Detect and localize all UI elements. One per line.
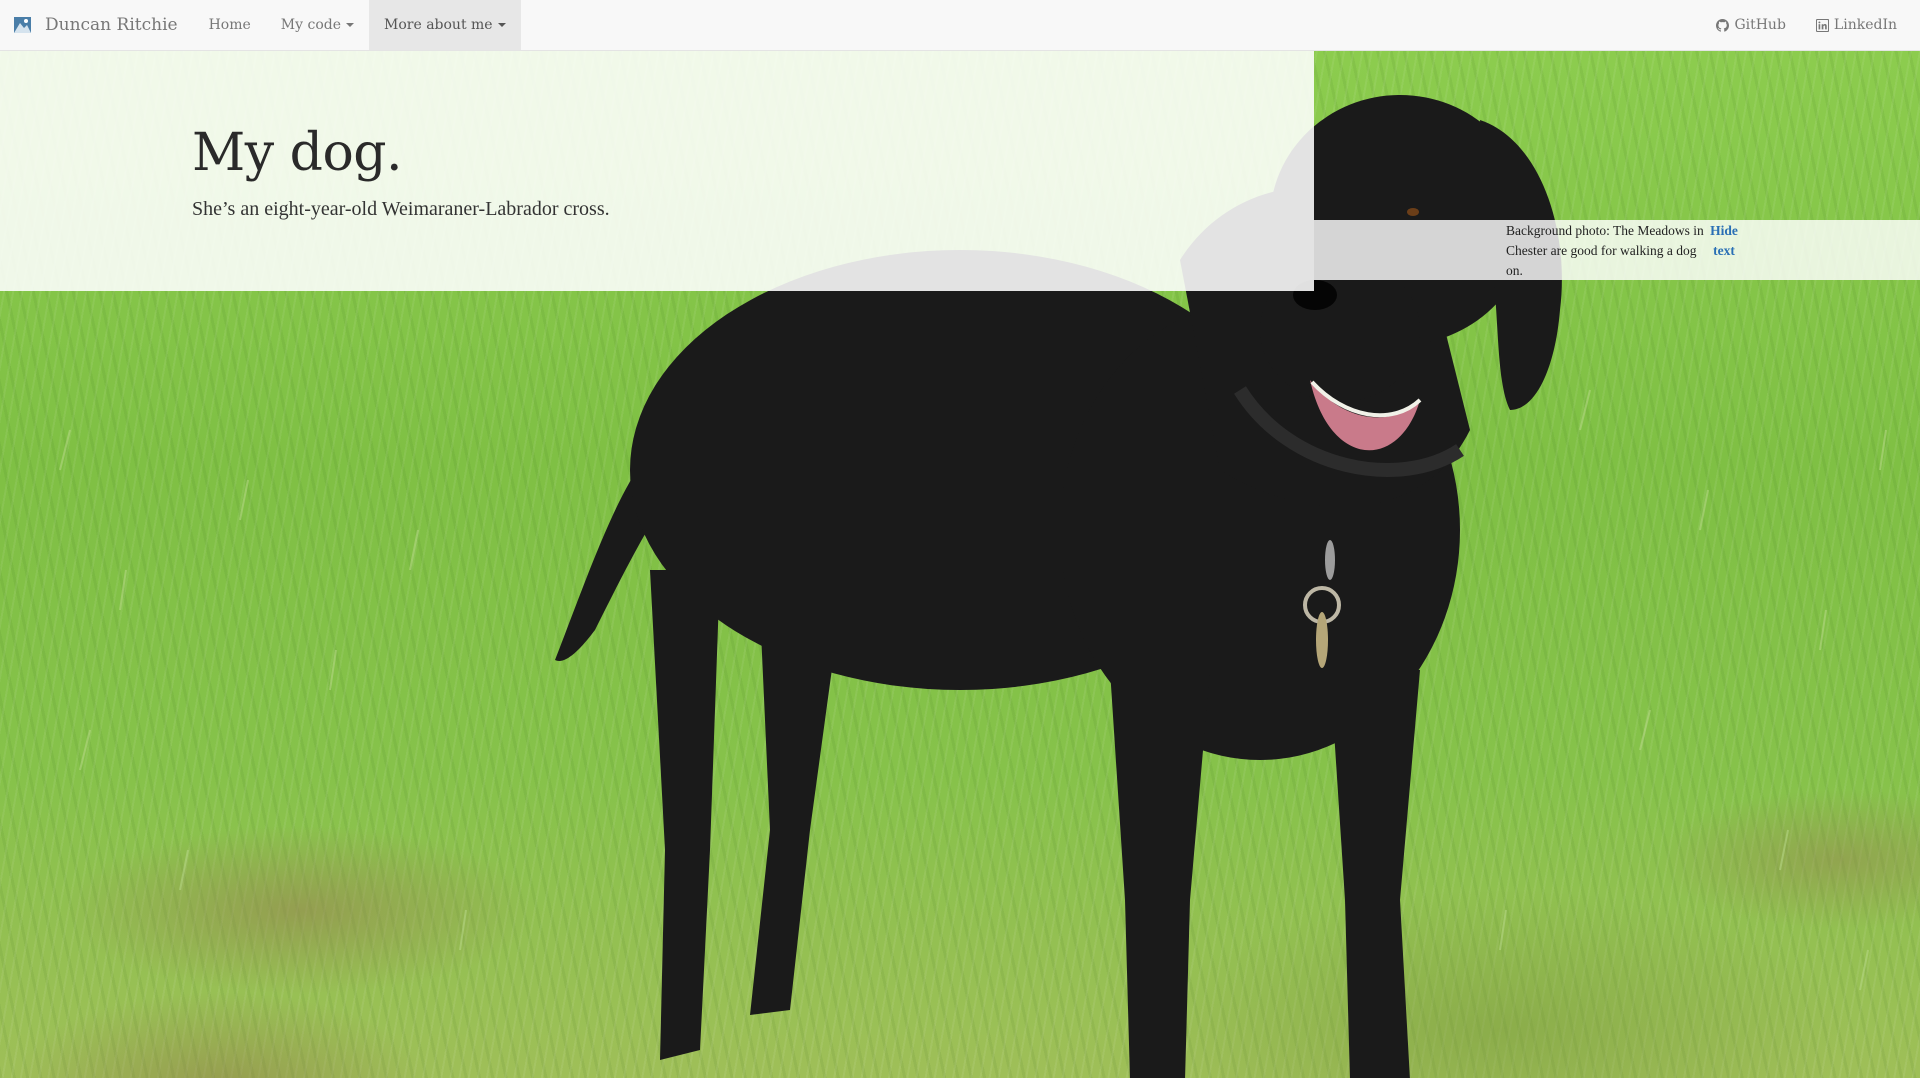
photo-caption-text: Background photo: The Meadows in Chester… [1506,223,1704,278]
site-logo-icon [14,17,31,33]
top-navbar: Duncan Ritchie Home My code More about m… [0,0,1920,51]
nav-github-link[interactable]: GitHub [1701,0,1800,50]
nav-my-code-dropdown[interactable]: My code [266,0,369,50]
nav-linkedin-label: LinkedIn [1833,17,1897,33]
brand-name: Duncan Ritchie [45,15,178,35]
caret-down-icon [346,23,354,27]
hide-text-link[interactable]: Hide text [1699,221,1749,261]
nav-more-about-me-label: More about me [384,17,493,33]
nav-more-about-me-dropdown[interactable]: More about me [369,0,521,50]
brand-link[interactable]: Duncan Ritchie [0,0,194,50]
hero-panel: My dog. She’s an eight-year-old Weimaran… [0,51,1314,291]
github-icon [1716,18,1730,32]
nav-home-label: Home [208,17,251,33]
caret-down-icon [497,23,506,27]
nav-my-code-label: My code [280,17,341,33]
linkedin-icon [1815,18,1829,32]
nav-github-label: GitHub [1734,17,1786,33]
nav-linkedin-link[interactable]: LinkedIn [1801,0,1912,50]
nav-right-group: GitHub LinkedIn [1701,0,1920,50]
photo-caption-panel: Background photo: The Meadows in Chester… [1314,220,1920,280]
nav-home[interactable]: Home [194,0,266,50]
page-title: My dog. [192,123,403,183]
page-subtitle: She’s an eight-year-old Weimaraner-Labra… [192,198,610,220]
